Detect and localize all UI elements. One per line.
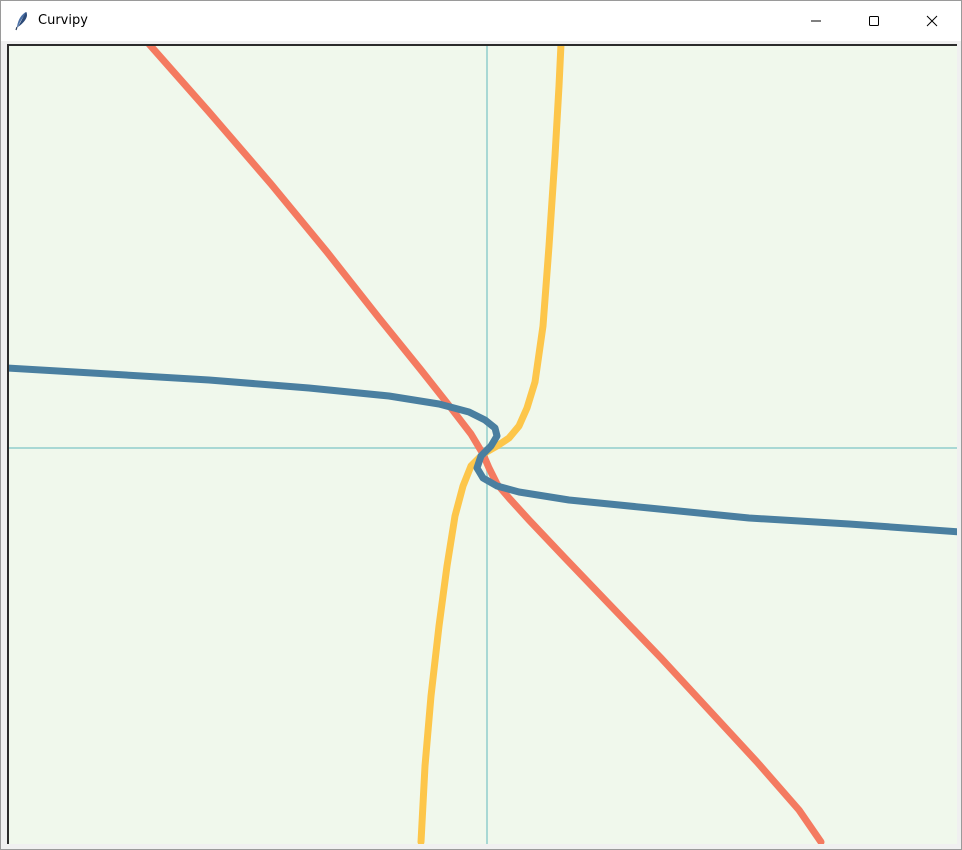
window-title: Curvipy: [38, 13, 88, 28]
close-button[interactable]: [903, 1, 961, 41]
curve-red: [146, 46, 825, 844]
minimize-button[interactable]: [787, 1, 845, 41]
maximize-button[interactable]: [845, 1, 903, 41]
minimize-icon: [810, 12, 822, 31]
curve-blue: [9, 364, 957, 536]
plot-svg: [9, 46, 957, 844]
title-bar[interactable]: Curvipy: [1, 1, 961, 41]
plot-canvas[interactable]: [7, 44, 957, 844]
app-window: Curvipy: [0, 0, 962, 850]
feather-icon: [13, 11, 31, 31]
close-icon: [926, 12, 938, 31]
maximize-icon: [868, 12, 880, 31]
canvas-frame: [5, 42, 959, 847]
